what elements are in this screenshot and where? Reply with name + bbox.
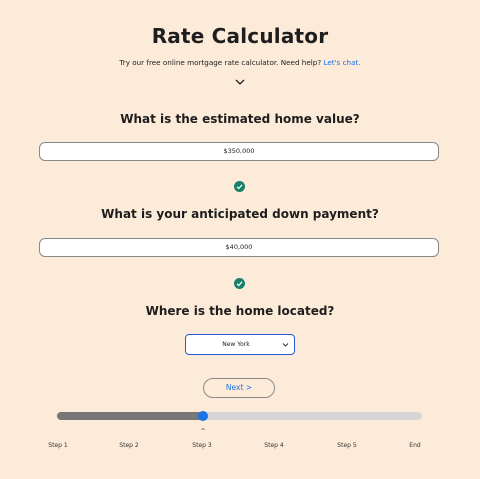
check-circle-icon <box>234 278 245 289</box>
check-circle-icon <box>234 181 245 192</box>
caret-up-icon: ^ <box>200 428 206 435</box>
page-title: Rate Calculator <box>151 24 329 48</box>
step-label: Step 4 <box>264 442 284 449</box>
lets-chat-link[interactable]: Let's chat. <box>323 58 360 67</box>
step-label: Step 2 <box>119 442 139 449</box>
select-arrow-icon <box>282 343 289 347</box>
down-payment-question: What is your anticipated down payment? <box>101 207 379 221</box>
location-select[interactable]: New York <box>185 334 295 355</box>
step-label: Step 1 <box>48 442 68 449</box>
progress-fill <box>57 412 203 420</box>
down-payment-input[interactable]: $40,000 <box>39 238 439 257</box>
location-question: Where is the home located? <box>145 304 335 318</box>
step-label: End <box>409 442 421 449</box>
step-label: Step 3 <box>192 442 212 449</box>
step-label: Step 5 <box>337 442 357 449</box>
page-subtitle: Try our free online mortgage rate calcul… <box>0 58 480 67</box>
progress-knob[interactable] <box>198 411 208 421</box>
home-value-input[interactable]: $350,000 <box>39 142 439 161</box>
chevron-down-icon[interactable] <box>233 76 247 88</box>
next-button[interactable]: Next > <box>203 378 275 398</box>
home-value-question: What is the estimated home value? <box>120 112 360 126</box>
subtitle-text: Try our free online mortgage rate calcul… <box>119 58 322 67</box>
location-select-value: New York <box>222 341 250 348</box>
